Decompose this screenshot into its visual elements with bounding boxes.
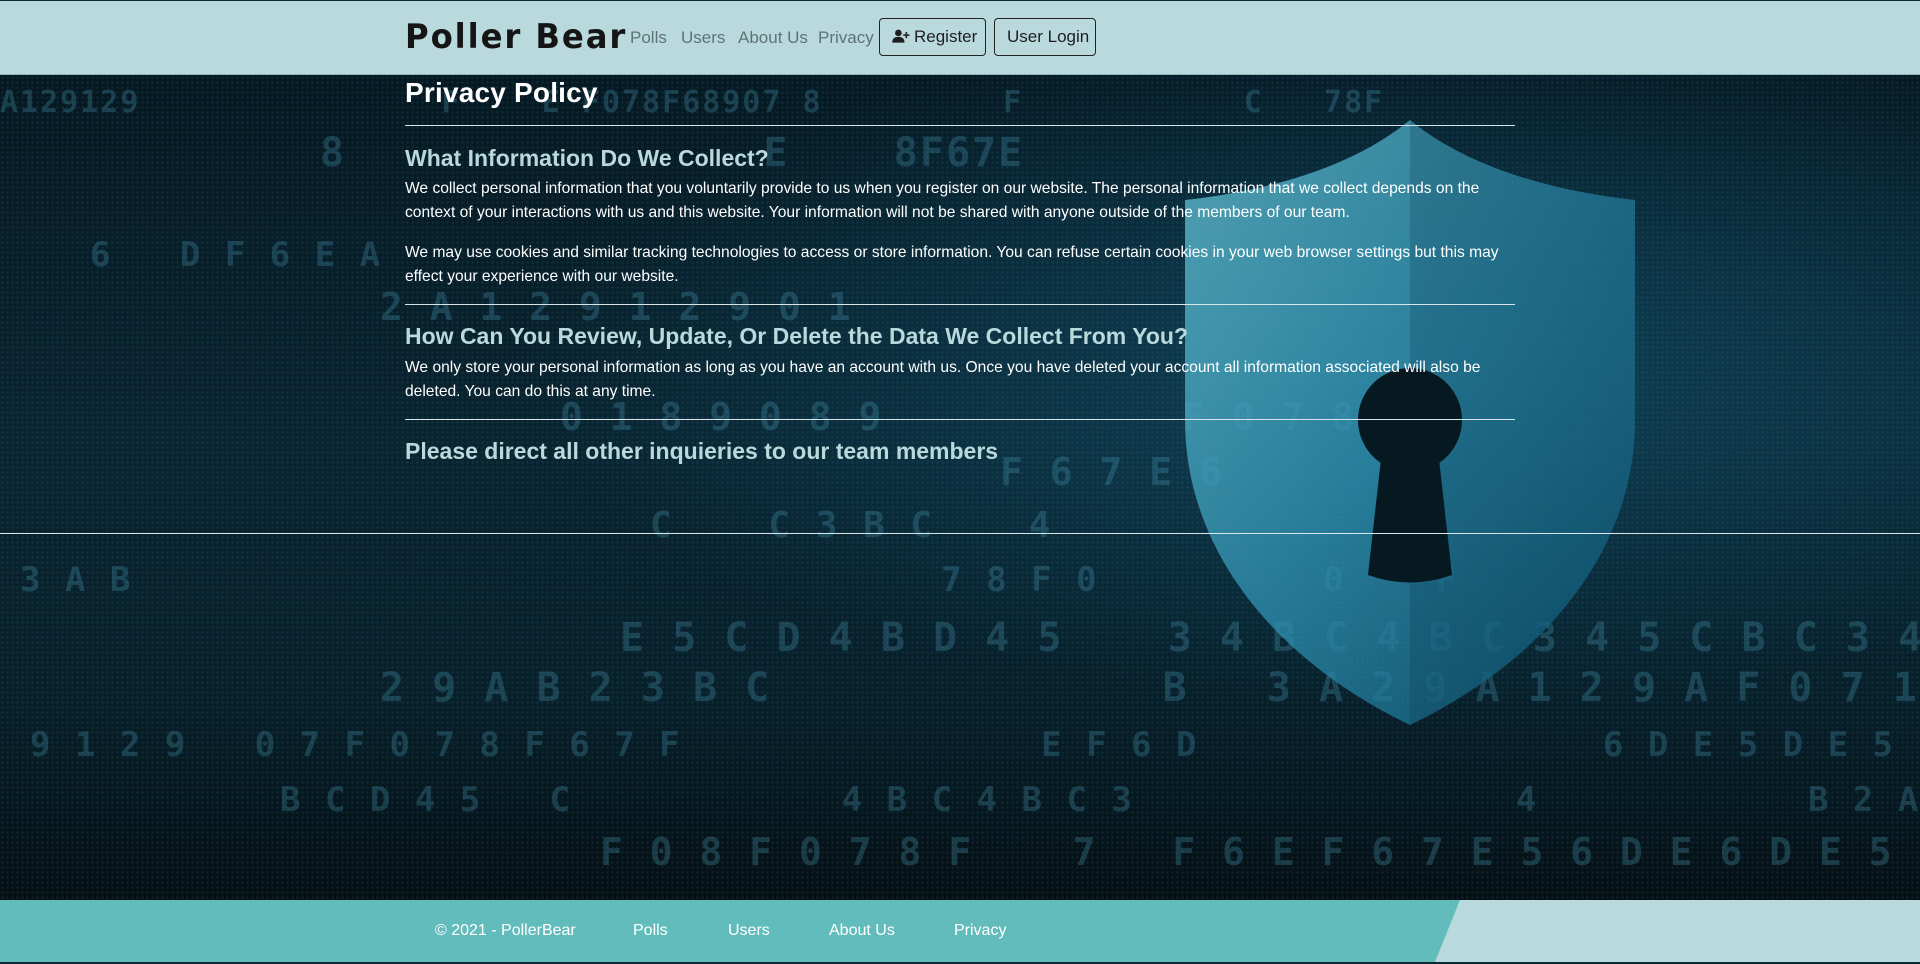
top-navbar: Poller Bear Polls Users About Us Privacy… — [0, 0, 1920, 75]
nav-link-about-us[interactable]: About Us — [738, 27, 808, 49]
footer-copyright: © 2021 - PollerBear — [435, 922, 576, 939]
register-button[interactable]: Register — [879, 18, 986, 56]
paragraph-cookies: We may use cookies and similar tracking … — [405, 244, 1499, 285]
nav-link-polls[interactable]: Polls — [630, 27, 667, 49]
section-heading-collect: What Information Do We Collect? — [405, 145, 769, 171]
section-heading-inquiries: Please direct all other inquieries to ou… — [405, 438, 999, 464]
site-footer: © 2021 - PollerBear Polls Users About Us… — [0, 900, 1920, 964]
page-title: Privacy Policy — [405, 77, 598, 108]
divider — [405, 304, 1515, 305]
divider — [405, 419, 1515, 420]
register-label: Register — [914, 27, 978, 46]
paragraph-data-retention: We only store your personal information … — [405, 359, 1481, 400]
section-heading-review-update-delete: How Can You Review, Update, Or Delete th… — [405, 323, 1188, 349]
privacy-policy-content: Privacy Policy What Information Do We Co… — [405, 75, 1515, 466]
paragraph-collect-personal-info: We collect personal information that you… — [405, 180, 1480, 221]
footer-link-privacy[interactable]: Privacy — [954, 921, 1006, 941]
background-code-glyphs: 3 A B 7 8 F 0 0 F 7 E 5 6 D 5 6 D E — [20, 560, 1920, 600]
content-end-divider — [0, 533, 1920, 534]
user-plus-icon — [892, 29, 910, 43]
user-login-button[interactable]: User Login — [994, 18, 1096, 56]
background-code-glyphs: 2 9 A B 2 3 B C B 3 A 2 9 A 1 2 9 A F 0 … — [380, 665, 1920, 711]
footer-link-about-us[interactable]: About Us — [829, 921, 895, 941]
divider — [405, 125, 1515, 126]
background-code-glyphs: F 0 8 F 0 7 8 F 7 F 6 E F 6 7 E 5 6 D E … — [600, 830, 1894, 874]
nav-link-users[interactable]: Users — [681, 27, 725, 49]
background-code-glyphs: B C D 4 5 C 4 B C 4 B C 3 4 B 2 A B 2 9 … — [280, 780, 1920, 820]
nav-link-privacy[interactable]: Privacy — [818, 27, 874, 49]
background-code-glyphs: 9 1 2 9 0 7 F 0 7 8 F 6 7 F E F 6 D 6 D … — [30, 725, 1920, 765]
footer-link-polls[interactable]: Polls — [633, 921, 668, 941]
footer-link-users[interactable]: Users — [728, 921, 770, 941]
brand-logo[interactable]: Poller Bear — [405, 17, 627, 57]
